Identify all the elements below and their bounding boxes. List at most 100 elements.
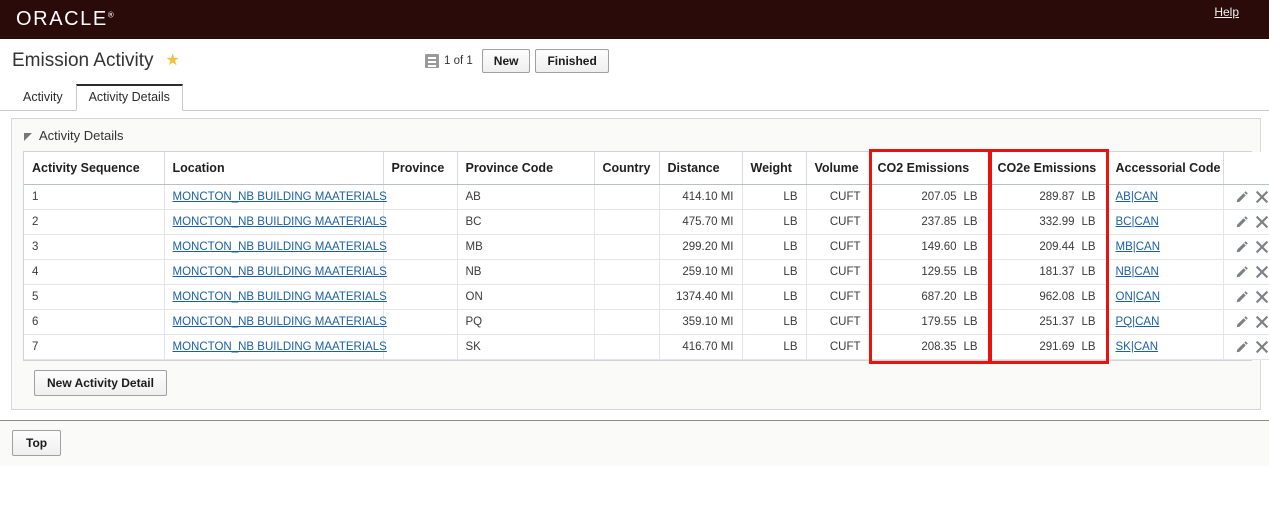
- triangle-collapse-icon[interactable]: [24, 132, 32, 141]
- col-location[interactable]: Location: [164, 152, 384, 185]
- cell-accessorial-code: PQ|CAN: [1107, 309, 1224, 335]
- table-row: 6 MONCTON_NB BUILDING MAATERIALS PQ 359.10 …: [24, 309, 1269, 335]
- accessorial-code-link[interactable]: NB|CAN: [1116, 266, 1159, 278]
- accessorial-code-link[interactable]: ON|CAN: [1116, 291, 1161, 303]
- tab-activity[interactable]: Activity: [10, 84, 76, 111]
- cell-country: [594, 234, 660, 260]
- edit-pencil-icon[interactable]: [1235, 265, 1249, 279]
- col-accessorial-code[interactable]: Accessorial Code: [1107, 152, 1224, 185]
- cell-volume: CUFT: [806, 309, 870, 335]
- cell-activity-sequence: 4: [24, 259, 165, 285]
- cell-province-code: BC: [457, 209, 595, 235]
- cell-actions: [1223, 184, 1269, 210]
- delete-x-icon[interactable]: [1255, 190, 1269, 204]
- location-link[interactable]: MONCTON_NB BUILDING MAATERIALS: [173, 216, 387, 228]
- panel-header[interactable]: Activity Details: [12, 119, 1260, 151]
- col-activity-sequence[interactable]: Activity Sequence: [24, 152, 165, 185]
- cell-province-code: PQ: [457, 309, 595, 335]
- col-co2-emissions[interactable]: CO2 Emissions: [869, 152, 990, 185]
- cell-province-code: ON: [457, 284, 595, 310]
- delete-x-icon[interactable]: [1255, 240, 1269, 254]
- cell-accessorial-code: MB|CAN: [1107, 234, 1224, 260]
- edit-pencil-icon[interactable]: [1235, 290, 1249, 304]
- cell-activity-sequence: 3: [24, 234, 165, 260]
- cell-country: [594, 334, 660, 360]
- cell-country: [594, 209, 660, 235]
- cell-activity-sequence: 6: [24, 309, 165, 335]
- cell-weight: LB: [742, 309, 807, 335]
- new-button[interactable]: New: [481, 49, 531, 73]
- col-weight[interactable]: Weight: [742, 152, 807, 185]
- help-link[interactable]: Help: [1214, 5, 1239, 19]
- location-link[interactable]: MONCTON_NB BUILDING MAATERIALS: [173, 191, 387, 203]
- location-link[interactable]: MONCTON_NB BUILDING MAATERIALS: [173, 341, 387, 353]
- record-count-label: 1 of 1: [444, 55, 473, 67]
- cell-accessorial-code: NB|CAN: [1107, 259, 1224, 285]
- page-title: Emission Activity: [12, 50, 154, 71]
- location-link[interactable]: MONCTON_NB BUILDING MAATERIALS: [173, 291, 387, 303]
- col-distance[interactable]: Distance: [659, 152, 743, 185]
- edit-pencil-icon[interactable]: [1235, 190, 1249, 204]
- cell-province-code: AB: [457, 184, 595, 210]
- cell-province-code: NB: [457, 259, 595, 285]
- delete-x-icon[interactable]: [1255, 340, 1269, 354]
- cell-location: MONCTON_NB BUILDING MAATERIALS: [164, 284, 387, 310]
- list-view-icon[interactable]: [425, 54, 439, 68]
- tab-activity-details[interactable]: Activity Details: [75, 84, 183, 111]
- oracle-logo: ORACLE®: [16, 8, 114, 31]
- location-link[interactable]: MONCTON_NB BUILDING MAATERIALS: [173, 316, 387, 328]
- cell-volume: CUFT: [806, 259, 870, 285]
- table-body: 1 MONCTON_NB BUILDING MAATERIALS AB 414.10 …: [24, 184, 1269, 360]
- top-button[interactable]: Top: [12, 430, 62, 456]
- cell-province: [383, 184, 458, 210]
- finished-button[interactable]: Finished: [535, 49, 609, 73]
- col-province[interactable]: Province: [383, 152, 458, 185]
- col-co2e-emissions[interactable]: CO2e Emissions: [989, 152, 1108, 185]
- delete-x-icon[interactable]: [1255, 315, 1269, 329]
- cell-weight: LB: [742, 209, 807, 235]
- cell-volume: CUFT: [806, 284, 870, 310]
- location-link[interactable]: MONCTON_NB BUILDING MAATERIALS: [173, 241, 387, 253]
- delete-x-icon[interactable]: [1255, 265, 1269, 279]
- accessorial-code-link[interactable]: SK|CAN: [1116, 341, 1159, 353]
- edit-pencil-icon[interactable]: [1235, 340, 1249, 354]
- accessorial-code-link[interactable]: BC|CAN: [1116, 216, 1159, 228]
- col-volume[interactable]: Volume: [806, 152, 870, 185]
- cell-actions: [1223, 259, 1269, 285]
- delete-x-icon[interactable]: [1255, 290, 1269, 304]
- delete-x-icon[interactable]: [1255, 215, 1269, 229]
- cell-actions: [1223, 209, 1269, 235]
- edit-pencil-icon[interactable]: [1235, 215, 1249, 229]
- activity-details-table: Activity Sequence Location Province Prov…: [24, 152, 1269, 360]
- cell-location: MONCTON_NB BUILDING MAATERIALS: [164, 209, 387, 235]
- cell-co2-emissions: 179.55 LB: [869, 309, 990, 335]
- page-title-row: Emission Activity ★ 1 of 1 New Finished: [0, 39, 1269, 83]
- cell-volume: CUFT: [806, 334, 870, 360]
- cell-co2-emissions: 149.60 LB: [869, 234, 990, 260]
- edit-pencil-icon[interactable]: [1235, 240, 1249, 254]
- col-country[interactable]: Country: [594, 152, 660, 185]
- location-link[interactable]: MONCTON_NB BUILDING MAATERIALS: [173, 266, 387, 278]
- cell-co2e-emissions: 209.44 LB: [989, 234, 1108, 260]
- cell-location: MONCTON_NB BUILDING MAATERIALS: [164, 309, 387, 335]
- cell-province-code: SK: [457, 334, 595, 360]
- accessorial-code-link[interactable]: AB|CAN: [1116, 191, 1159, 203]
- cell-co2e-emissions: 962.08 LB: [989, 284, 1108, 310]
- cell-country: [594, 184, 660, 210]
- new-activity-detail-button[interactable]: New Activity Detail: [34, 369, 167, 396]
- cell-accessorial-code: ON|CAN: [1107, 284, 1224, 310]
- table-row: 2 MONCTON_NB BUILDING MAATERIALS BC 475.70 …: [24, 209, 1269, 235]
- cell-location: MONCTON_NB BUILDING MAATERIALS: [164, 259, 387, 285]
- cell-activity-sequence: 1: [24, 184, 165, 210]
- accessorial-code-link[interactable]: MB|CAN: [1116, 241, 1161, 253]
- cell-accessorial-code: BC|CAN: [1107, 209, 1224, 235]
- table-row: 5 MONCTON_NB BUILDING MAATERIALS ON 1374.40…: [24, 284, 1269, 310]
- accessorial-code-link[interactable]: PQ|CAN: [1116, 316, 1160, 328]
- favorite-star-icon[interactable]: ★: [165, 53, 179, 69]
- edit-pencil-icon[interactable]: [1235, 315, 1249, 329]
- cell-co2e-emissions: 181.37 LB: [989, 259, 1108, 285]
- cell-co2-emissions: 687.20 LB: [869, 284, 990, 310]
- col-province-code[interactable]: Province Code: [457, 152, 595, 185]
- cell-actions: [1223, 234, 1269, 260]
- table-row: 4 MONCTON_NB BUILDING MAATERIALS NB 259.10 …: [24, 259, 1269, 285]
